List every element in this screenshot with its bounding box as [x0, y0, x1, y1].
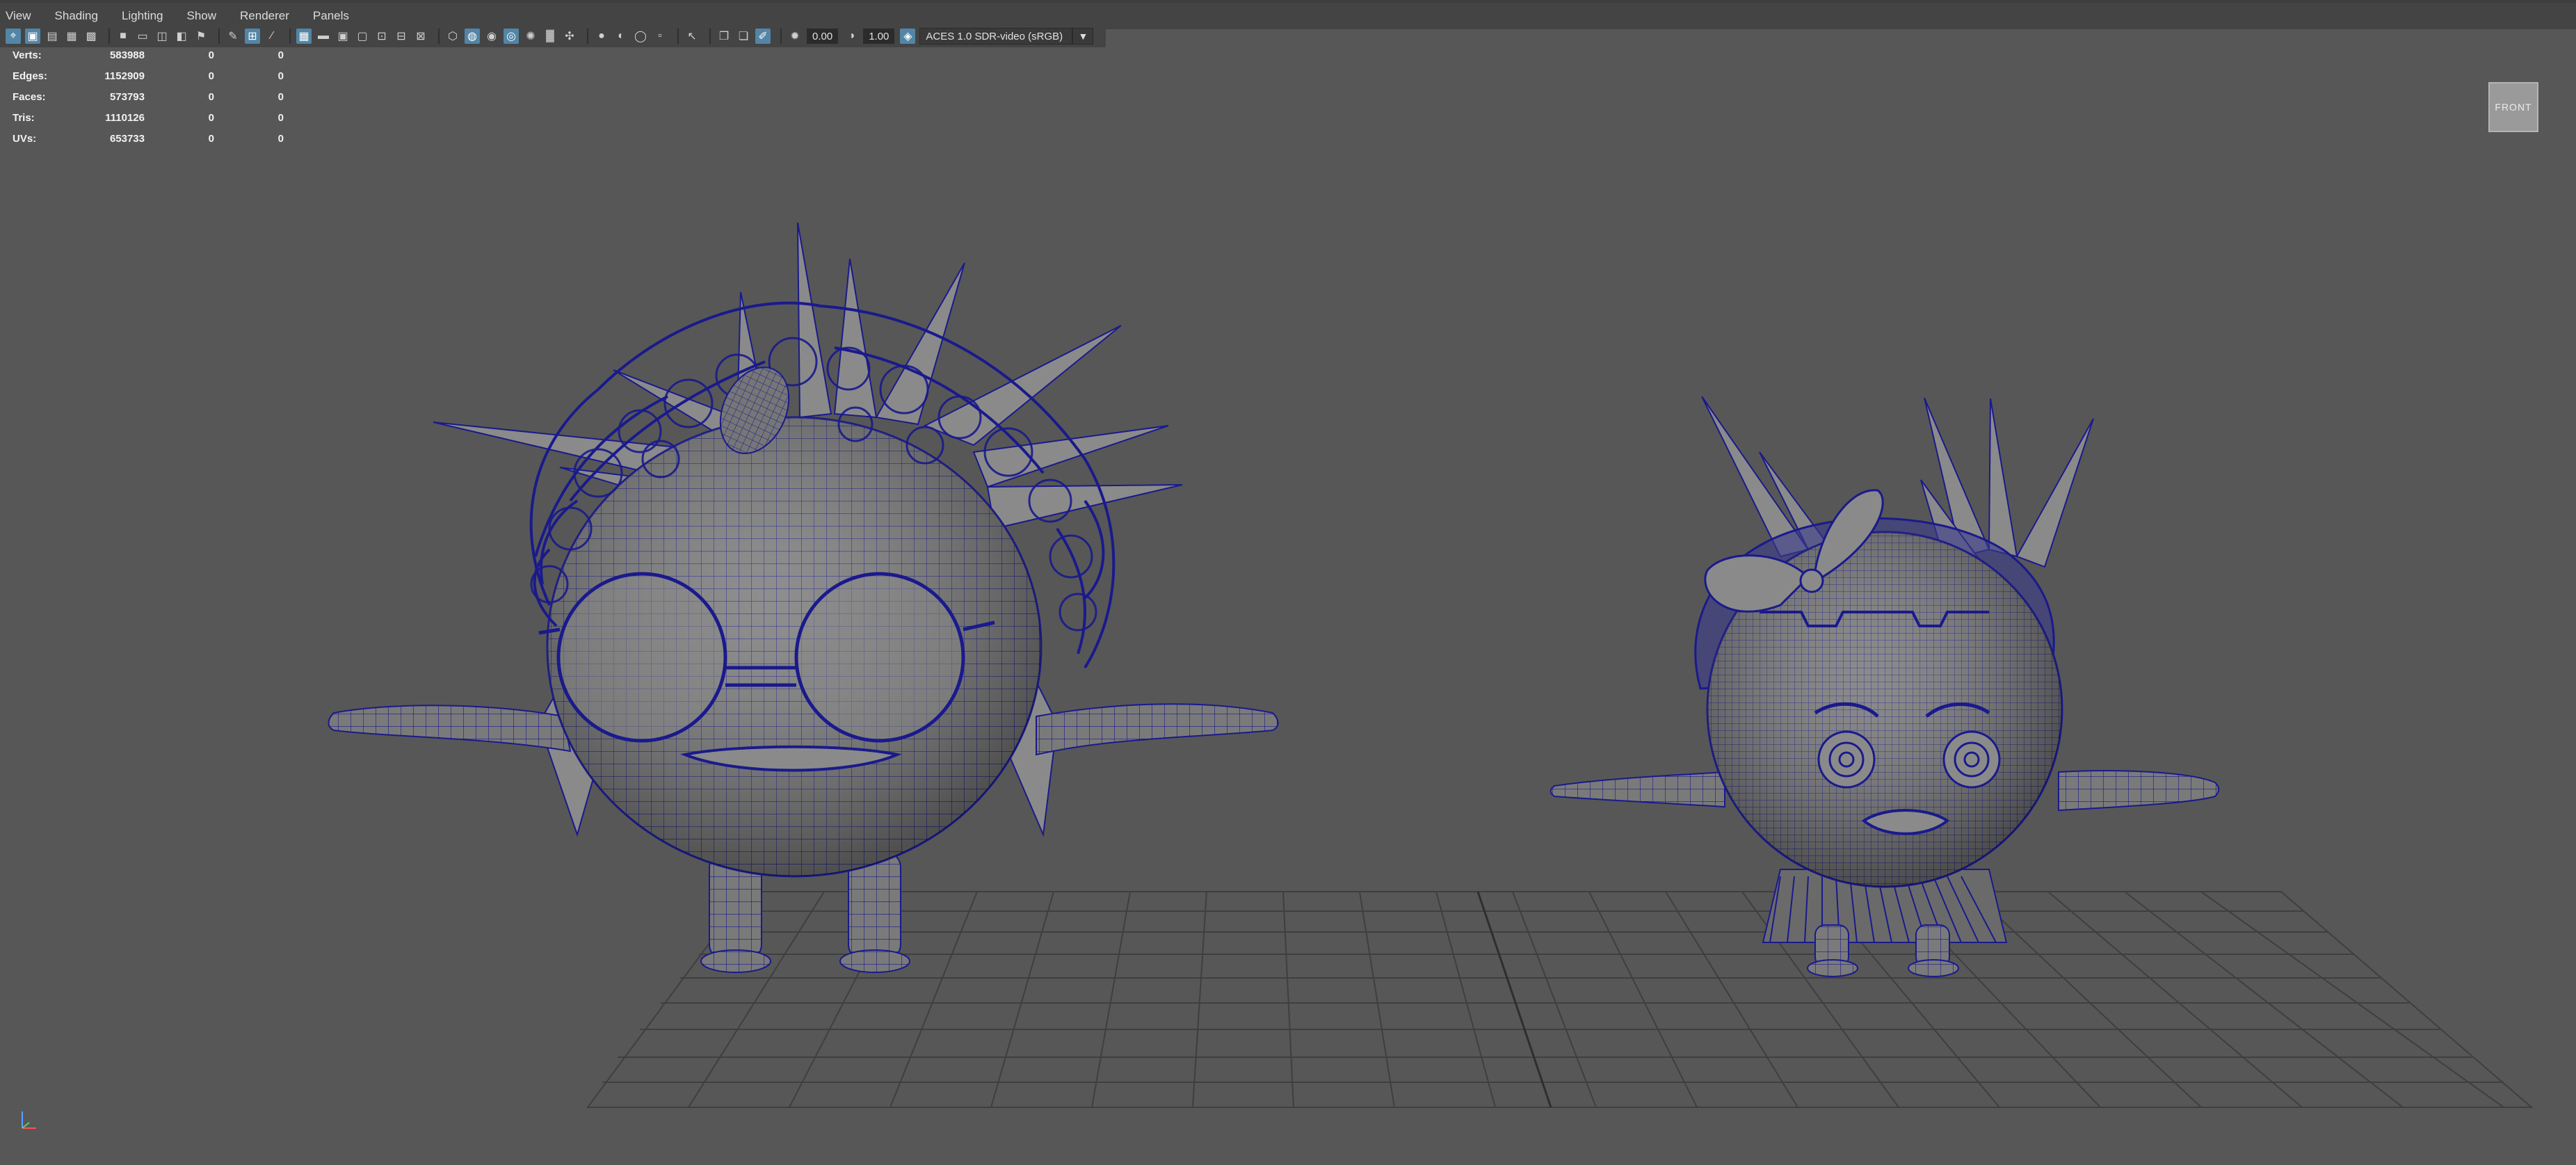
axis-gizmo-icon	[22, 1111, 36, 1129]
viewport-scene[interactable]	[0, 0, 2576, 1165]
right-character-mesh	[1549, 396, 2220, 977]
left-character-mesh	[328, 222, 1279, 973]
viewcube-front[interactable]: FRONT	[2488, 82, 2538, 132]
